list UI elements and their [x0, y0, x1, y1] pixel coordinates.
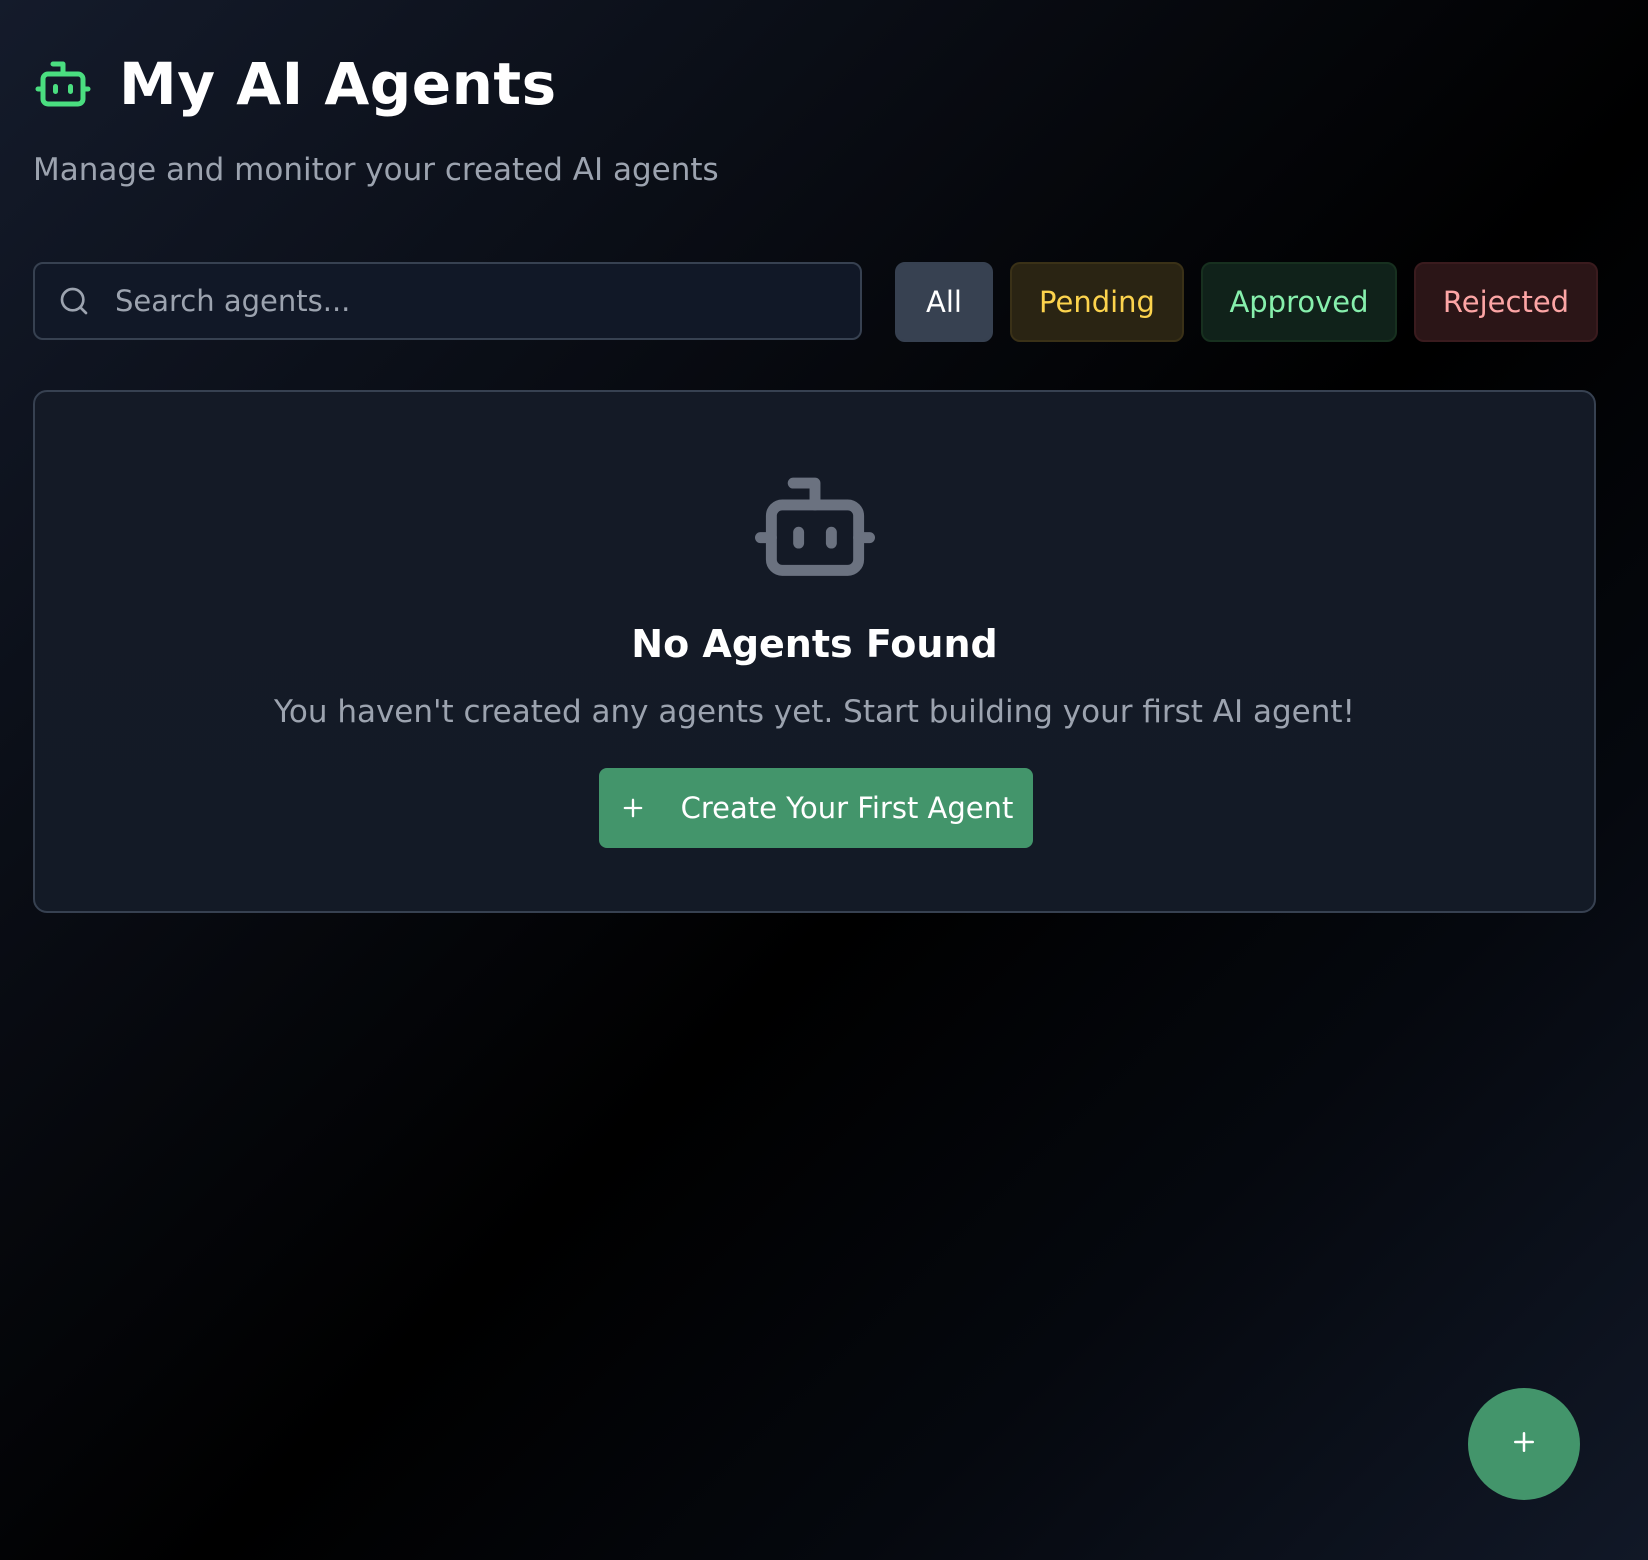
create-first-agent-label: Create Your First Agent [680, 791, 1014, 825]
search-box[interactable] [33, 262, 862, 340]
status-filters: All Pending Approved Rejected [895, 262, 1598, 342]
robot-icon [33, 54, 93, 114]
add-agent-fab[interactable] [1468, 1388, 1580, 1500]
filter-pending-button[interactable]: Pending [1010, 262, 1184, 342]
filter-all-button[interactable]: All [895, 262, 993, 342]
create-first-agent-button[interactable]: Create Your First Agent [599, 768, 1033, 848]
page-header: My AI Agents [33, 48, 557, 120]
filter-approved-button[interactable]: Approved [1201, 262, 1397, 342]
filter-rejected-button[interactable]: Rejected [1414, 262, 1598, 342]
toolbar: All Pending Approved Rejected [33, 262, 1598, 342]
page-subtitle: Manage and monitor your created AI agent… [33, 152, 719, 188]
plus-icon [1509, 1427, 1539, 1461]
search-input[interactable] [113, 265, 860, 337]
empty-state-description: You haven't created any agents yet. Star… [274, 694, 1355, 730]
robot-icon [754, 472, 875, 576]
empty-state-title: No Agents Found [631, 622, 998, 666]
search-icon [57, 284, 91, 318]
page-title: My AI Agents [119, 50, 557, 118]
plus-icon [619, 794, 647, 822]
empty-state-card: No Agents Found You haven't created any … [33, 390, 1596, 913]
